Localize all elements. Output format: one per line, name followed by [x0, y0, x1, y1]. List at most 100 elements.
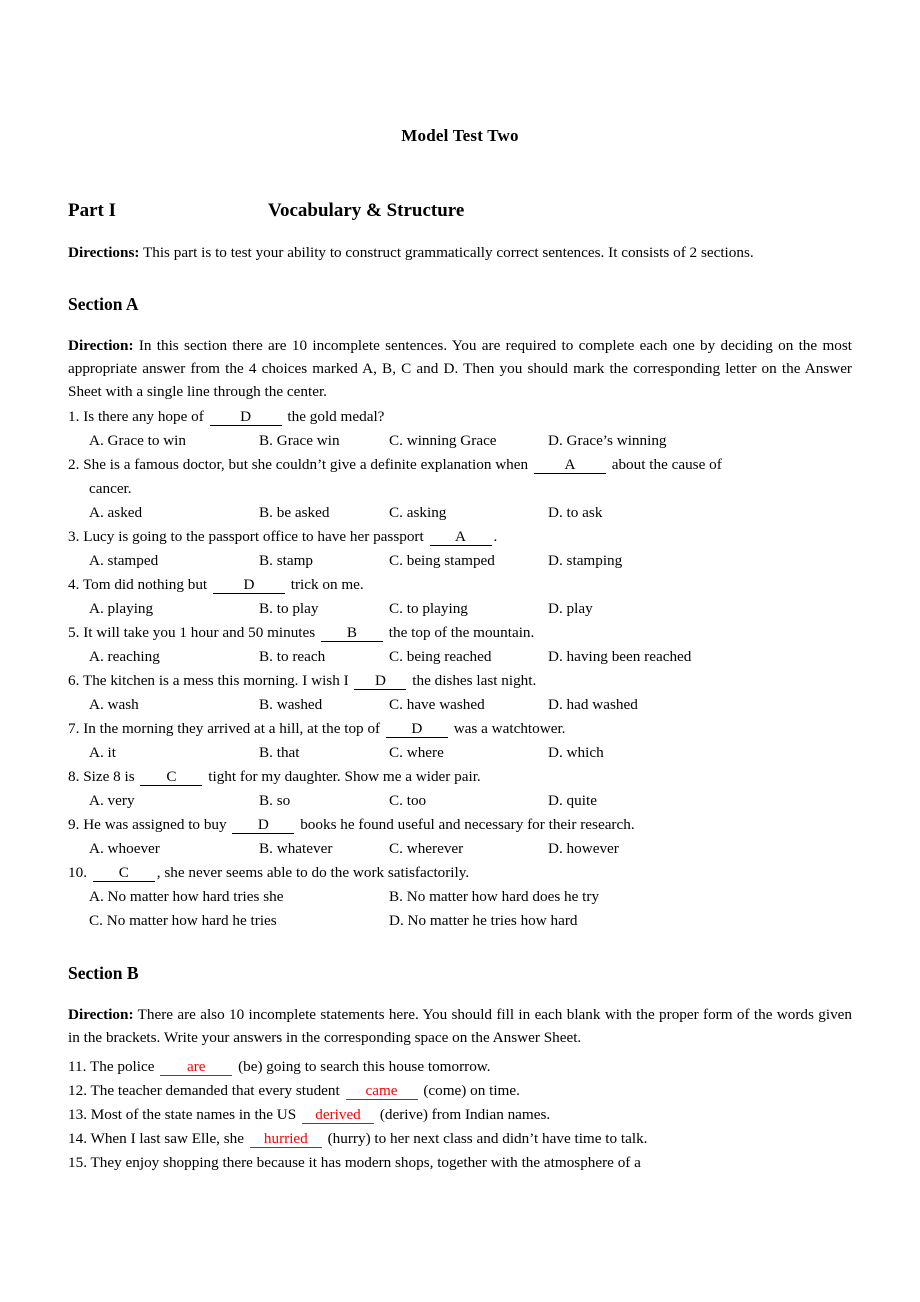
- question-8-stem: 8. Size 8 is C tight for my daughter. Sh…: [68, 765, 852, 789]
- question-8-option-b[interactable]: B. so: [259, 789, 389, 813]
- question-4-option-d[interactable]: D. play: [548, 597, 852, 621]
- question-5-option-d[interactable]: D. having been reached: [548, 645, 852, 669]
- question-1-option-d[interactable]: D. Grace’s winning: [548, 429, 852, 453]
- question-10-options-row-2: C. No matter how hard he tries D. No mat…: [68, 909, 852, 933]
- question-1-option-b[interactable]: B. Grace win: [259, 429, 389, 453]
- question-7-option-d[interactable]: D. which: [548, 741, 852, 765]
- question-9-answer-blank[interactable]: D: [232, 816, 295, 834]
- question-3-number: 3.: [68, 528, 80, 545]
- question-10-options-row-1: A. No matter how hard tries she B. No ma…: [68, 885, 852, 909]
- question-2-option-b[interactable]: B. be asked: [259, 501, 389, 525]
- question-10-stem: 10. C, she never seems able to do the wo…: [68, 861, 852, 885]
- question-6-answer-blank[interactable]: D: [354, 672, 407, 690]
- question-9-option-b[interactable]: B. whatever: [259, 837, 389, 861]
- question-6: 6. The kitchen is a mess this morning. I…: [68, 669, 852, 717]
- question-10-option-b[interactable]: B. No matter how hard does he try: [389, 885, 852, 909]
- section-a-direction-text: In this section there are 10 incomplete …: [68, 337, 852, 400]
- part-directions: Directions: This part is to test your ab…: [68, 241, 852, 264]
- question-10-text-after: , she never seems able to do the work sa…: [156, 864, 470, 881]
- fill-item-12-number: 12.: [68, 1082, 87, 1099]
- question-1-option-a[interactable]: A. Grace to win: [89, 429, 259, 453]
- question-9-stem: 9. He was assigned to buy D books he fou…: [68, 813, 852, 837]
- question-8-answer-blank[interactable]: C: [140, 768, 203, 786]
- question-10-answer-blank[interactable]: C: [92, 864, 155, 882]
- fill-item-14-answer-blank[interactable]: hurried: [249, 1130, 322, 1148]
- question-7-option-c[interactable]: C. where: [389, 741, 548, 765]
- fill-item-13: 13. Most of the state names in the US de…: [68, 1103, 852, 1127]
- question-1-number: 1.: [68, 408, 80, 425]
- question-7: 7. In the morning they arrived at a hill…: [68, 717, 852, 765]
- question-4-number: 4.: [68, 576, 80, 593]
- question-8-option-d[interactable]: D. quite: [548, 789, 852, 813]
- fill-item-14-number: 14.: [68, 1130, 87, 1147]
- fill-item-11-answer-blank[interactable]: are: [160, 1058, 233, 1076]
- question-3-option-c[interactable]: C. being stamped: [389, 549, 548, 573]
- fill-item-11-text-after: (be) going to search this house tomorrow…: [234, 1058, 491, 1075]
- question-7-text-before: In the morning they arrived at a hill, a…: [79, 720, 384, 737]
- question-6-option-c[interactable]: C. have washed: [389, 693, 548, 717]
- question-10-number: 10.: [68, 864, 87, 881]
- fill-item-12-text-after: (come) on time.: [419, 1082, 520, 1099]
- question-3-option-a[interactable]: A. stamped: [89, 549, 259, 573]
- question-8-text-before: Size 8 is: [79, 768, 139, 785]
- question-6-text-after: the dishes last night.: [408, 672, 537, 689]
- question-8-text-after: tight for my daughter. Show me a wider p…: [204, 768, 481, 785]
- question-4-answer-blank[interactable]: D: [212, 576, 285, 594]
- question-9-option-d[interactable]: D. however: [548, 837, 852, 861]
- question-4-text-before: Tom did nothing but: [79, 576, 211, 593]
- fill-item-11-text-before: The police: [86, 1058, 159, 1075]
- fill-item-11-number: 11.: [68, 1058, 87, 1075]
- fill-item-13-answer-blank[interactable]: derived: [302, 1106, 375, 1124]
- question-4-option-c[interactable]: C. to playing: [389, 597, 548, 621]
- question-3-options: A. stamped B. stamp C. being stamped D. …: [68, 549, 852, 573]
- question-5-text-before: It will take you 1 hour and 50 minutes: [79, 624, 319, 641]
- question-3-option-b[interactable]: B. stamp: [259, 549, 389, 573]
- fill-item-13-text-after: (derive) from Indian names.: [376, 1106, 551, 1123]
- question-10-option-c[interactable]: C. No matter how hard he tries: [89, 909, 389, 933]
- question-9-option-a[interactable]: A. whoever: [89, 837, 259, 861]
- section-b-direction-text: There are also 10 incomplete statements …: [68, 1006, 852, 1046]
- question-7-text-after: was a watchtower.: [449, 720, 566, 737]
- question-5-option-b[interactable]: B. to reach: [259, 645, 389, 669]
- question-3-option-d[interactable]: D. stamping: [548, 549, 852, 573]
- question-6-option-b[interactable]: B. washed: [259, 693, 389, 717]
- fill-item-11: 11. The police are (be) going to search …: [68, 1055, 852, 1079]
- question-1-option-c[interactable]: C. winning Grace: [389, 429, 548, 453]
- fill-item-12-answer-blank[interactable]: came: [345, 1082, 418, 1100]
- question-6-option-d[interactable]: D. had washed: [548, 693, 852, 717]
- question-2-answer-blank[interactable]: A: [533, 456, 606, 474]
- question-5: 5. It will take you 1 hour and 50 minute…: [68, 621, 852, 669]
- question-1-text-before: Is there any hope of: [79, 408, 208, 425]
- question-5-answer-blank[interactable]: B: [320, 624, 383, 642]
- question-5-text-after: the top of the mountain.: [384, 624, 535, 641]
- question-2: 2. She is a famous doctor, but she could…: [68, 453, 852, 525]
- question-2-option-d[interactable]: D. to ask: [548, 501, 852, 525]
- section-b-heading: Section B: [68, 963, 139, 983]
- question-9-text-after: books he found useful and necessary for …: [296, 816, 635, 833]
- question-4-text-after: trick on me.: [286, 576, 364, 593]
- question-4-option-a[interactable]: A. playing: [89, 597, 259, 621]
- question-10-option-a[interactable]: A. No matter how hard tries she: [89, 885, 389, 909]
- question-10: 10. C, she never seems able to do the wo…: [68, 861, 852, 933]
- question-1-answer-blank[interactable]: D: [209, 408, 282, 426]
- question-5-stem: 5. It will take you 1 hour and 50 minute…: [68, 621, 852, 645]
- question-7-option-a[interactable]: A. it: [89, 741, 259, 765]
- question-10-option-d[interactable]: D. No matter he tries how hard: [389, 909, 852, 933]
- question-5-option-c[interactable]: C. being reached: [389, 645, 548, 669]
- question-8-option-c[interactable]: C. too: [389, 789, 548, 813]
- question-5-option-a[interactable]: A. reaching: [89, 645, 259, 669]
- question-2-stem: 2. She is a famous doctor, but she could…: [68, 453, 852, 477]
- question-2-number: 2.: [68, 456, 80, 473]
- question-2-option-a[interactable]: A. asked: [89, 501, 259, 525]
- question-2-option-c[interactable]: C. asking: [389, 501, 548, 525]
- section-a-question-list: 1. Is there any hope of D the gold medal…: [68, 405, 852, 933]
- question-4-option-b[interactable]: B. to play: [259, 597, 389, 621]
- question-7-answer-blank[interactable]: D: [385, 720, 448, 738]
- question-8-option-a[interactable]: A. very: [89, 789, 259, 813]
- question-3-answer-blank[interactable]: A: [429, 528, 492, 546]
- question-6-option-a[interactable]: A. wash: [89, 693, 259, 717]
- question-7-option-b[interactable]: B. that: [259, 741, 389, 765]
- fill-item-12: 12. The teacher demanded that every stud…: [68, 1079, 852, 1103]
- fill-item-14-text-before: When I last saw Elle, she: [86, 1130, 248, 1147]
- question-9-option-c[interactable]: C. wherever: [389, 837, 548, 861]
